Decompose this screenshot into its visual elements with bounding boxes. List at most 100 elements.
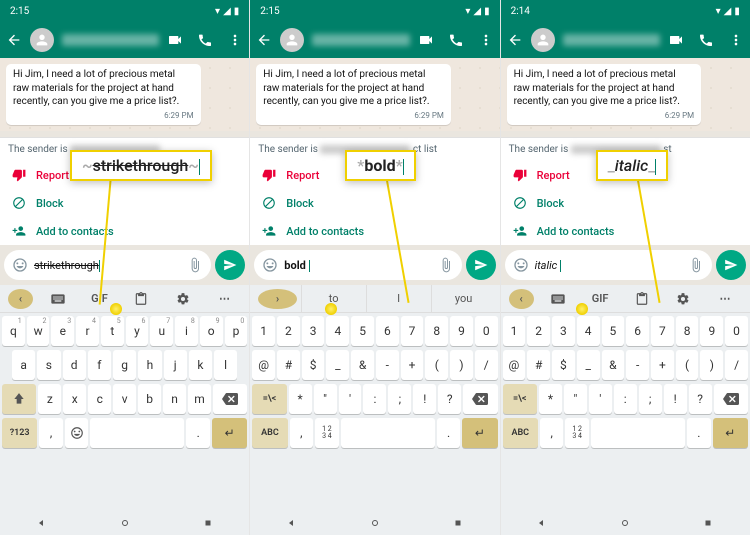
key[interactable]: a — [12, 350, 35, 380]
voice-call-icon[interactable] — [448, 32, 464, 48]
key[interactable]: ) — [450, 350, 473, 380]
key[interactable]: ; — [639, 384, 662, 414]
nav-home-icon[interactable] — [119, 517, 131, 529]
key[interactable]: _ — [577, 350, 600, 380]
attach-icon[interactable] — [438, 257, 454, 273]
nav-back-icon[interactable] — [36, 517, 48, 529]
key[interactable]: c — [88, 384, 111, 414]
key[interactable]: k — [189, 350, 212, 380]
numpad-key[interactable]: 1 23 4 — [315, 418, 339, 448]
key-6[interactable]: 6 — [626, 316, 649, 346]
contact-name[interactable] — [62, 34, 159, 46]
key[interactable]: @ — [252, 350, 275, 380]
contact-name[interactable] — [312, 34, 409, 46]
message-input[interactable]: italic — [505, 250, 712, 280]
kb-more-icon[interactable]: ⋯ — [204, 285, 246, 312]
key-r[interactable]: r4 — [76, 316, 99, 346]
kb-more-icon[interactable]: ⋯ — [704, 285, 746, 312]
key-p[interactable]: p0 — [225, 316, 248, 346]
backspace-key[interactable] — [463, 384, 497, 414]
add-contact-button[interactable]: Add to contacts — [0, 217, 249, 245]
key[interactable]: ? — [689, 384, 712, 414]
period-key[interactable]: . — [186, 418, 210, 448]
key[interactable]: @ — [503, 350, 526, 380]
message-input[interactable]: strikethrough — [4, 250, 211, 280]
key-e[interactable]: e3 — [51, 316, 74, 346]
kb-collapse-icon[interactable]: ‹ — [509, 289, 534, 309]
key-9[interactable]: 9 — [450, 316, 473, 346]
kb-collapse-icon[interactable]: ‹ — [8, 289, 33, 309]
avatar[interactable] — [280, 28, 304, 52]
emoji-icon[interactable] — [513, 257, 529, 273]
message-bubble[interactable]: Hi Jim, I need a lot of precious metal r… — [256, 64, 451, 125]
suggestion[interactable]: I — [366, 285, 431, 312]
attach-icon[interactable] — [688, 257, 704, 273]
key-4[interactable]: 4 — [577, 316, 600, 346]
kb-clipboard-icon[interactable] — [120, 285, 162, 312]
key-2[interactable]: 2 — [277, 316, 300, 346]
key[interactable]: z — [38, 384, 61, 414]
key[interactable]: + — [651, 350, 674, 380]
key[interactable]: / — [725, 350, 748, 380]
key[interactable]: - — [376, 350, 399, 380]
key[interactable]: x — [63, 384, 86, 414]
back-icon[interactable] — [256, 32, 272, 48]
key[interactable]: $ — [302, 350, 325, 380]
key[interactable]: ' — [339, 384, 362, 414]
key-1[interactable]: 1 — [252, 316, 275, 346]
message-bubble[interactable]: Hi Jim, I need a lot of precious metal r… — [6, 64, 201, 125]
nav-back-icon[interactable] — [536, 517, 548, 529]
key-u[interactable]: u7 — [150, 316, 173, 346]
nav-home-icon[interactable] — [619, 517, 631, 529]
back-icon[interactable] — [507, 32, 523, 48]
emoji-icon[interactable] — [262, 257, 278, 273]
key[interactable]: m — [188, 384, 211, 414]
block-button[interactable]: Block — [501, 189, 750, 217]
avatar[interactable] — [531, 28, 555, 52]
space-key[interactable] — [341, 418, 435, 448]
key[interactable]: b — [138, 384, 161, 414]
key[interactable]: d — [63, 350, 86, 380]
backspace-key[interactable] — [714, 384, 748, 414]
key[interactable]: # — [527, 350, 550, 380]
key[interactable]: ? — [438, 384, 461, 414]
key-5[interactable]: 5 — [351, 316, 374, 346]
enter-key[interactable]: ↵ — [462, 418, 497, 448]
send-button[interactable] — [716, 250, 746, 280]
key-0[interactable]: 0 — [725, 316, 748, 346]
kb-expand-icon[interactable]: › — [258, 289, 296, 309]
key[interactable]: _ — [326, 350, 349, 380]
key[interactable]: * — [539, 384, 562, 414]
key[interactable]: # — [277, 350, 300, 380]
key[interactable]: * — [289, 384, 312, 414]
send-button[interactable] — [215, 250, 245, 280]
nav-back-icon[interactable] — [286, 517, 298, 529]
key-8[interactable]: 8 — [676, 316, 699, 346]
key[interactable]: n — [163, 384, 186, 414]
more-icon[interactable] — [478, 32, 494, 48]
key[interactable]: ) — [700, 350, 723, 380]
key-1[interactable]: 1 — [503, 316, 526, 346]
attach-icon[interactable] — [187, 257, 203, 273]
contact-name[interactable] — [563, 34, 660, 46]
comma-key[interactable]: , — [290, 418, 314, 448]
numpad-key[interactable]: 1 23 4 — [565, 418, 589, 448]
key[interactable]: ( — [676, 350, 699, 380]
key[interactable]: " — [564, 384, 587, 414]
key[interactable]: + — [401, 350, 424, 380]
space-key[interactable] — [90, 418, 184, 448]
key[interactable]: $ — [552, 350, 575, 380]
voice-call-icon[interactable] — [698, 32, 714, 48]
nav-recent-icon[interactable] — [702, 517, 714, 529]
key[interactable]: / — [475, 350, 498, 380]
emoji-icon[interactable] — [12, 257, 28, 273]
avatar[interactable] — [30, 28, 54, 52]
key[interactable]: ; — [388, 384, 411, 414]
add-contact-button[interactable]: Add to contacts — [501, 217, 750, 245]
key-3[interactable]: 3 — [552, 316, 575, 346]
symbol-toggle-key[interactable]: ABC — [252, 418, 287, 448]
symbol-toggle-key[interactable]: ABC — [503, 418, 538, 448]
send-button[interactable] — [466, 250, 496, 280]
nav-recent-icon[interactable] — [452, 517, 464, 529]
key-4[interactable]: 4 — [326, 316, 349, 346]
